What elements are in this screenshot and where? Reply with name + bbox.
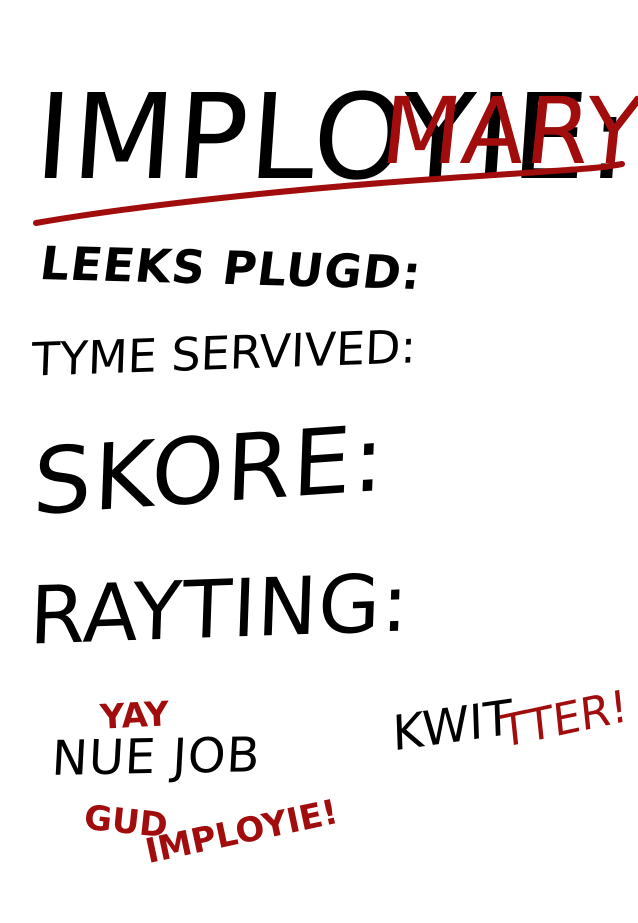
new-job-label: NUE JOB [50,727,263,787]
score-label: SKORE: [31,404,388,537]
leaks-plugged-label: LEEKS PLUGD: [37,236,425,300]
rating-label: RAYTING: [28,556,411,663]
time-served-label: TYME SERVIVED: [30,319,418,387]
